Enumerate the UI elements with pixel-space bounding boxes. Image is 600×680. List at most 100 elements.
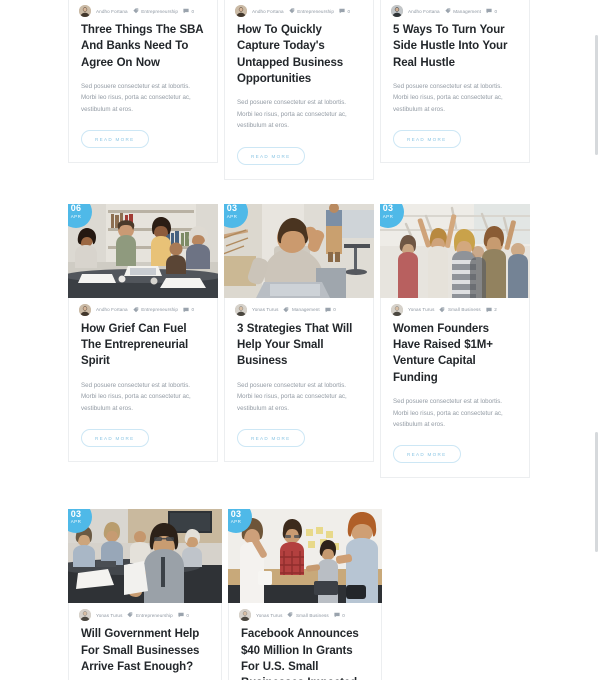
post-card[interactable]: 03 APR Yonas Turus Management 0 3 Strate…	[224, 203, 374, 463]
post-title[interactable]: 3 Strategies That Will Help Your Small B…	[237, 321, 361, 370]
workshop-discussion-photo	[228, 509, 382, 604]
date-month: APR	[70, 519, 82, 525]
date-month: APR	[382, 213, 394, 219]
page-scrollbar[interactable]	[591, 0, 600, 680]
tag-icon	[133, 8, 139, 14]
author-name: Andho Fortana	[252, 8, 284, 14]
post-comments[interactable]: 0	[486, 8, 497, 14]
post-author[interactable]: Yonas Turus	[408, 307, 434, 312]
post-category[interactable]: Entrepreneurship	[127, 612, 173, 618]
post-row-2: 06 APR Andho Fortana Entrepreneurship 0 …	[68, 203, 530, 479]
post-title[interactable]: Facebook Announces $40 Million In Grants…	[241, 626, 369, 680]
post-title[interactable]: How To Quickly Capture Today's Untapped …	[237, 22, 361, 87]
post-author[interactable]: Yonas Turus	[252, 307, 278, 312]
post-comments[interactable]: 0	[339, 8, 350, 14]
scrollbar-thumb[interactable]	[595, 35, 598, 155]
post-card[interactable]: Andho Fortana Entrepreneurship 0 Three T…	[68, 0, 218, 164]
tag-icon	[133, 307, 139, 313]
comment-count: 0	[342, 612, 345, 618]
read-more-button[interactable]: READ MORE	[237, 429, 305, 448]
post-meta: Andho Fortana Entrepreneurship 0	[225, 0, 373, 22]
post-card[interactable]: 03 APR Yonas Turus Small Business	[228, 509, 382, 680]
post-body: Will Government Help For Small Businesse…	[69, 626, 221, 680]
avatar	[79, 5, 91, 17]
read-more-button[interactable]: READ MORE	[393, 130, 461, 149]
post-comments[interactable]: 0	[183, 307, 194, 313]
post-meta: Andho Fortana Management 0	[381, 0, 529, 22]
avatar	[235, 5, 247, 17]
avatar	[391, 303, 403, 316]
post-card[interactable]: 03 APR Yonas Turus Entrepreneurship 0 Wi…	[68, 509, 222, 680]
date-day: 03	[226, 203, 238, 214]
read-more-button[interactable]: READ MORE	[237, 146, 305, 165]
post-category[interactable]: Entrepreneurship	[133, 307, 178, 313]
comment-count: 0	[186, 612, 189, 618]
category-name: Management	[291, 307, 320, 313]
post-title[interactable]: Will Government Help For Small Businesse…	[81, 626, 209, 675]
tag-icon	[283, 307, 289, 313]
date-month: APR	[226, 213, 238, 219]
post-thumbnail[interactable]: 03 APR	[380, 203, 530, 298]
post-category[interactable]: Small Business	[439, 307, 481, 313]
tag-icon	[445, 8, 451, 14]
post-category[interactable]: Management	[283, 307, 320, 313]
category-name: Entrepreneurship	[297, 8, 335, 14]
post-card[interactable]: 03 APR Yonas Turus Small Business	[380, 203, 530, 479]
post-thumbnail[interactable]: 03 APR	[224, 203, 374, 298]
avatar	[391, 5, 403, 17]
post-author[interactable]: Andho Fortana	[96, 9, 128, 14]
post-category[interactable]: Small Business	[287, 612, 329, 618]
tag-icon	[127, 612, 133, 618]
post-body: Women Founders Have Raised $1M+ Venture …	[381, 321, 529, 478]
category-name: Entrepreneurship	[141, 8, 179, 14]
post-title[interactable]: Women Founders Have Raised $1M+ Venture …	[393, 321, 517, 386]
post-body: 3 Strategies That Will Help Your Small B…	[225, 321, 373, 461]
post-excerpt: Sed posuere consectetur est at lobortis.…	[237, 381, 347, 412]
comment-bubble-icon	[486, 8, 492, 14]
comment-bubble-icon	[178, 612, 184, 618]
post-author[interactable]: Yonas Turus	[96, 613, 122, 618]
post-excerpt: Sed posuere consectetur est at lobortis.…	[393, 82, 503, 113]
post-body: 5 Ways To Turn Your Side Hustle Into You…	[381, 22, 529, 162]
post-body: How To Quickly Capture Today's Untapped …	[225, 22, 373, 179]
author-name: Yonas Turus	[252, 307, 279, 313]
post-thumbnail[interactable]: 06 APR	[68, 203, 218, 298]
post-author[interactable]: Andho Fortana	[252, 9, 284, 14]
post-card[interactable]: 06 APR Andho Fortana Entrepreneurship 0 …	[68, 203, 218, 463]
post-comments[interactable]: 0	[178, 612, 189, 618]
category-name: Management	[453, 8, 482, 14]
post-category[interactable]: Management	[445, 8, 481, 14]
post-comments[interactable]: 0	[325, 307, 336, 313]
post-author[interactable]: Andho Fortana	[408, 9, 440, 14]
post-comments[interactable]: 0	[334, 612, 345, 618]
post-author[interactable]: Andho Fortana	[96, 307, 128, 312]
post-category[interactable]: Entrepreneurship	[133, 8, 178, 14]
tag-icon	[289, 8, 295, 14]
post-thumbnail[interactable]: 03 APR	[68, 509, 222, 604]
post-author[interactable]: Yonas Turus	[256, 613, 282, 618]
post-excerpt: Sed posuere consectetur est at lobortis.…	[237, 99, 347, 130]
scrollbar-thumb-secondary[interactable]	[595, 432, 598, 552]
avatar	[235, 303, 247, 316]
post-category[interactable]: Entrepreneurship	[289, 8, 334, 14]
post-comments[interactable]: 0	[183, 8, 194, 14]
post-meta: Yonas Turus Small Business 0	[229, 603, 381, 626]
post-title[interactable]: 5 Ways To Turn Your Side Hustle Into You…	[393, 22, 517, 71]
post-excerpt: Sed posuere consectetur est at lobortis.…	[81, 82, 191, 113]
post-meta: Yonas Turus Entrepreneurship 0	[69, 603, 221, 626]
post-excerpt: Sed posuere consectetur est at lobortis.…	[393, 398, 503, 428]
post-title[interactable]: Three Things The SBA And Banks Need To A…	[81, 22, 205, 71]
date-day: 03	[70, 509, 82, 519]
read-more-button[interactable]: READ MORE	[81, 130, 149, 149]
post-meta: Andho Fortana Entrepreneurship 0	[69, 0, 217, 22]
category-name: Entrepreneurship	[141, 307, 179, 313]
post-card[interactable]: Andho Fortana Management 0 5 Ways To Tur…	[380, 0, 530, 164]
post-thumbnail[interactable]: 03 APR	[228, 509, 382, 604]
read-more-button[interactable]: READ MORE	[393, 445, 461, 464]
read-more-button[interactable]: READ MORE	[81, 429, 149, 448]
post-title[interactable]: How Grief Can Fuel The Entrepreneurial S…	[81, 321, 205, 370]
post-card[interactable]: Andho Fortana Entrepreneurship 0 How To …	[224, 0, 374, 180]
comment-bubble-icon	[334, 612, 340, 618]
post-comments[interactable]: 2	[486, 307, 497, 313]
comment-count: 2	[494, 307, 497, 313]
